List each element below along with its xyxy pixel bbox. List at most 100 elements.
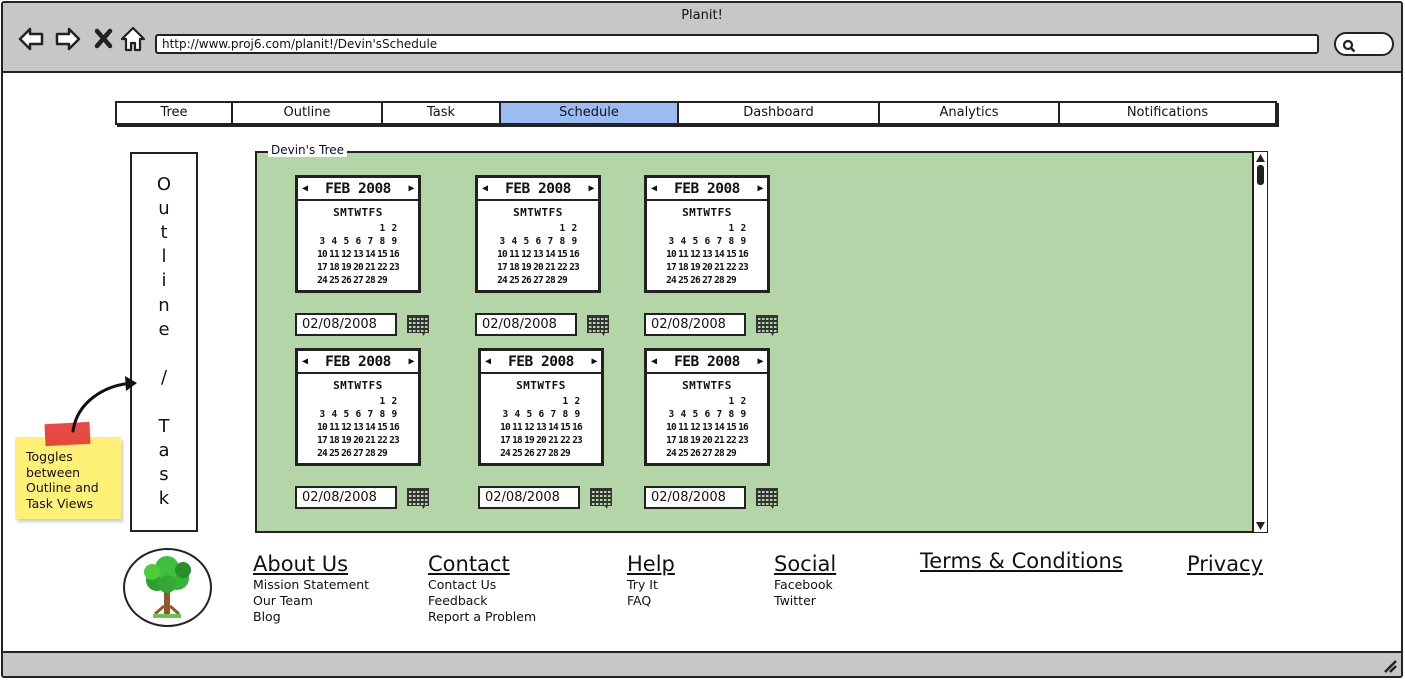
calendar-day[interactable]: 3 (499, 408, 511, 421)
calendar-day[interactable]: 17 (499, 434, 511, 447)
calendar-day[interactable]: 29 (559, 447, 571, 460)
calendar-day[interactable]: 27 (352, 274, 364, 287)
calendar-day[interactable]: 1 (376, 395, 388, 408)
calendar-day[interactable]: 5 (523, 408, 535, 421)
calendar-day[interactable]: 1 (725, 395, 737, 408)
calendar-day[interactable]: 18 (508, 261, 520, 274)
calendar-day[interactable]: 3 (496, 235, 508, 248)
calendar-picker-icon[interactable] (406, 313, 430, 337)
mission-statement-link[interactable]: Mission Statement (253, 577, 369, 593)
calendar-day[interactable]: 19 (689, 434, 701, 447)
calendar-day[interactable]: 2 (571, 395, 583, 408)
calendar-day[interactable]: 12 (340, 248, 352, 261)
calendar-day[interactable]: 20 (535, 434, 547, 447)
calendar-day[interactable]: 6 (352, 408, 364, 421)
calendar-day[interactable]: 9 (388, 408, 400, 421)
calendar-day[interactable]: 23 (568, 261, 580, 274)
calendar-day[interactable]: 3 (316, 408, 328, 421)
calendar-day[interactable]: 5 (520, 235, 532, 248)
calendar-day[interactable]: 15 (556, 248, 568, 261)
calendar-day[interactable]: 27 (701, 447, 713, 460)
tab-task[interactable]: Task (383, 103, 501, 123)
calendar-day[interactable]: 12 (523, 421, 535, 434)
calendar-day[interactable]: 29 (725, 447, 737, 460)
feedback-link[interactable]: Feedback (428, 593, 536, 609)
calendar-day[interactable]: 20 (532, 261, 544, 274)
calendar-day[interactable]: 26 (340, 274, 352, 287)
calendar-day[interactable]: 6 (701, 235, 713, 248)
calendar-day[interactable]: 7 (713, 408, 725, 421)
calendar-day[interactable]: 2 (568, 222, 580, 235)
calendar-day[interactable]: 12 (520, 248, 532, 261)
calendar-day[interactable]: 16 (571, 421, 583, 434)
calendar-day[interactable]: 8 (725, 408, 737, 421)
terms-conditions-link[interactable]: Terms & Conditions (920, 548, 1123, 574)
next-month-icon[interactable]: ▶ (757, 356, 763, 367)
about-us-link[interactable]: About Us (253, 551, 369, 577)
calendar-day[interactable]: 4 (508, 235, 520, 248)
calendar-day[interactable]: 8 (556, 235, 568, 248)
calendar-day[interactable]: 23 (388, 261, 400, 274)
calendar-day[interactable]: 10 (499, 421, 511, 434)
calendar-day[interactable]: 10 (316, 248, 328, 261)
facebook-link[interactable]: Facebook (774, 577, 836, 593)
calendar-day[interactable]: 7 (713, 235, 725, 248)
blog-link[interactable]: Blog (253, 609, 369, 625)
scroll-thumb[interactable] (1257, 165, 1264, 185)
calendar-day[interactable]: 2 (737, 222, 749, 235)
calendar-day[interactable]: 11 (508, 248, 520, 261)
calendar-day[interactable]: 13 (535, 421, 547, 434)
calendar-day[interactable]: 20 (701, 261, 713, 274)
calendar-picker-icon[interactable] (589, 486, 613, 510)
calendar-day[interactable]: 1 (556, 222, 568, 235)
calendar-day[interactable]: 15 (559, 421, 571, 434)
prev-month-icon[interactable]: ◀ (302, 356, 308, 367)
calendar-day[interactable]: 17 (665, 434, 677, 447)
calendar-day[interactable]: 17 (316, 434, 328, 447)
calendar-day[interactable]: 5 (340, 408, 352, 421)
calendar-day[interactable]: 19 (340, 261, 352, 274)
calendar-day[interactable]: 7 (544, 235, 556, 248)
month-calendar[interactable]: ◀ FEB 2008 ▶ SMTWTFS 1 2 3 4 5 6 7 8 9 10 11 12 13 14 15 16… (295, 175, 421, 293)
calendar-day[interactable]: 2 (388, 395, 400, 408)
calendar-day[interactable]: 13 (352, 421, 364, 434)
month-calendar[interactable]: ◀ FEB 2008 ▶ SMTWTFS 1 2 3 4 5 6 7 8 9 10 11 12 13 14 15 16… (644, 175, 770, 293)
next-month-icon[interactable]: ▶ (757, 183, 763, 194)
resize-grip-icon[interactable] (1381, 657, 1397, 673)
calendar-day[interactable]: 27 (701, 274, 713, 287)
calendar-day[interactable]: 22 (559, 434, 571, 447)
calendar-day[interactable]: 22 (376, 261, 388, 274)
tab-schedule[interactable]: Schedule (501, 103, 679, 123)
date-field[interactable]: 02/08/2008 (478, 486, 580, 509)
tab-outline[interactable]: Outline (233, 103, 383, 123)
calendar-day[interactable]: 12 (340, 421, 352, 434)
privacy-link[interactable]: Privacy (1187, 551, 1263, 577)
calendar-day[interactable]: 2 (388, 222, 400, 235)
url-bar[interactable]: http://www.proj6.com/planit!/Devin'sSche… (155, 34, 1319, 54)
calendar-day[interactable]: 28 (544, 274, 556, 287)
calendar-day[interactable]: 5 (689, 408, 701, 421)
calendar-picker-icon[interactable] (406, 486, 430, 510)
our-team-link[interactable]: Our Team (253, 593, 369, 609)
outline-task-toggle[interactable]: O u t l i n e / T a s k (130, 152, 198, 532)
scroll-down-icon[interactable] (1256, 522, 1265, 530)
help-link[interactable]: Help (627, 551, 675, 577)
calendar-day[interactable]: 3 (316, 235, 328, 248)
calendar-day[interactable]: 24 (496, 274, 508, 287)
calendar-day[interactable]: 26 (340, 447, 352, 460)
date-field[interactable]: 02/08/2008 (475, 313, 577, 336)
prev-month-icon[interactable]: ◀ (651, 183, 657, 194)
calendar-day[interactable]: 11 (328, 248, 340, 261)
month-calendar[interactable]: ◀ FEB 2008 ▶ SMTWTFS 1 2 3 4 5 6 7 8 9 10 11 12 13 14 15 16… (475, 175, 601, 293)
calendar-day[interactable]: 25 (511, 447, 523, 460)
month-calendar[interactable]: ◀ FEB 2008 ▶ SMTWTFS 1 2 3 4 5 6 7 8 9 10 11 12 13 14 15 16… (644, 348, 770, 466)
date-field[interactable]: 02/08/2008 (644, 486, 746, 509)
month-calendar[interactable]: ◀ FEB 2008 ▶ SMTWTFS 1 2 3 4 5 6 7 8 9 10 11 12 13 14 15 16… (295, 348, 421, 466)
calendar-day[interactable]: 26 (523, 447, 535, 460)
calendar-day[interactable]: 23 (388, 434, 400, 447)
calendar-picker-icon[interactable] (586, 313, 610, 337)
try-it-link[interactable]: Try It (627, 577, 675, 593)
calendar-day[interactable]: 14 (547, 421, 559, 434)
calendar-day[interactable]: 3 (665, 235, 677, 248)
calendar-day[interactable]: 19 (523, 434, 535, 447)
